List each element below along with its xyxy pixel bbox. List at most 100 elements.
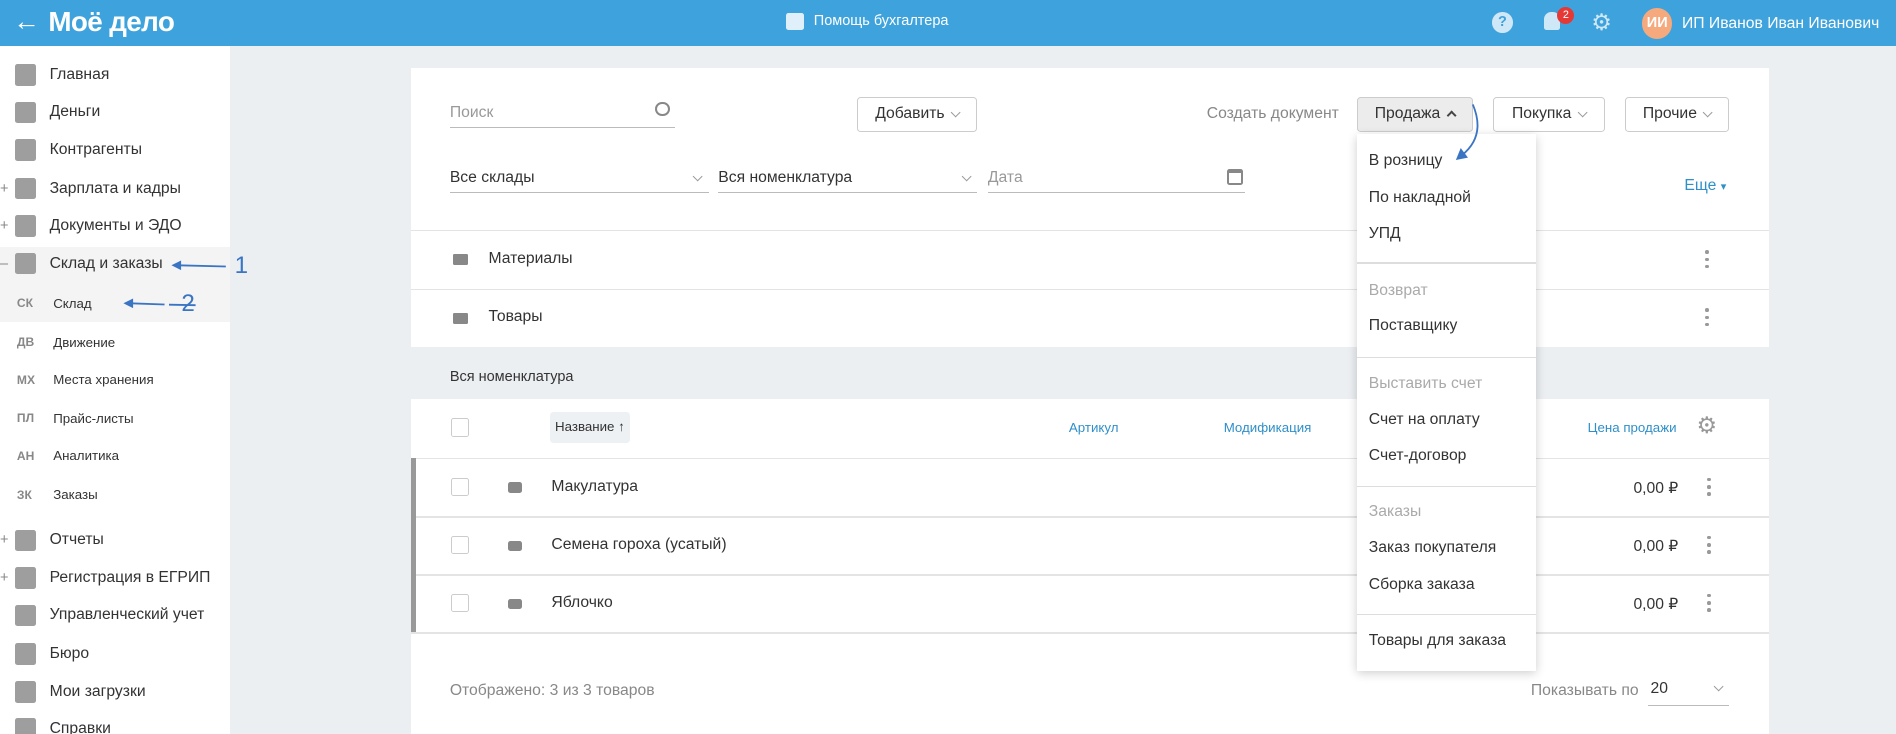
sidebar-item-4[interactable]: + Документы и ЭДО xyxy=(0,208,230,244)
menu-item[interactable]: По накладной xyxy=(1369,189,1471,207)
menu-item[interactable]: Поставщику xyxy=(1369,317,1458,335)
expand-icon[interactable]: + xyxy=(0,181,8,197)
table-settings-gear-icon[interactable]: ⚙ xyxy=(1697,413,1718,437)
sidebar-item-3[interactable]: + Зарплата и кадры xyxy=(0,170,230,206)
product-name[interactable]: Макулатура xyxy=(551,478,638,496)
folder-goods[interactable]: Товары xyxy=(489,308,543,326)
column-price[interactable]: Цена продажи xyxy=(1588,420,1677,435)
row-checkbox[interactable] xyxy=(451,477,470,496)
home-icon xyxy=(14,64,37,86)
accountant-help-icon[interactable] xyxy=(785,13,805,31)
sidebar-item-label: Зарплата и кадры xyxy=(49,179,181,197)
product-price: 0,00 ₽ xyxy=(1633,595,1679,613)
accountant-help-link[interactable]: Помощь бухгалтера xyxy=(814,13,949,29)
help-icon[interactable]: ? xyxy=(1492,12,1513,33)
sidebar-item-lower-4[interactable]: Мои загрузки xyxy=(0,674,230,710)
menu-item[interactable]: Товары для заказа xyxy=(1369,632,1506,650)
back-arrow-icon[interactable]: ← xyxy=(13,6,40,37)
folder-icon xyxy=(14,215,37,237)
sidebar-subitem-2[interactable]: МХ Места хранения xyxy=(0,362,230,398)
select-all-checkbox[interactable] xyxy=(451,418,470,437)
sidebar-subitem-3[interactable]: ПЛ Прайс-листы xyxy=(0,400,230,436)
camera-icon[interactable] xyxy=(507,598,523,610)
expand-icon[interactable]: + xyxy=(0,532,8,548)
sidebar-subitem-4[interactable]: АН Аналитика xyxy=(0,438,230,474)
more-options-icon[interactable] xyxy=(1707,535,1712,554)
sidebar-item-lower-2[interactable]: Управленческий учет xyxy=(0,597,230,633)
camera-icon[interactable] xyxy=(507,482,523,494)
sidebar-item-label: Документы и ЭДО xyxy=(49,217,182,235)
annotation-1: 1 xyxy=(234,251,249,279)
menu-item[interactable]: Сборка заказа xyxy=(1369,576,1475,594)
purchase-button[interactable]: Покупка xyxy=(1493,96,1605,132)
sidebar-subitem-label: Места хранения xyxy=(53,372,154,388)
sidebar-item-2[interactable]: Контрагенты xyxy=(0,132,230,168)
expand-icon[interactable]: + xyxy=(0,570,8,586)
more-options-icon[interactable] xyxy=(1707,593,1712,612)
calendar-icon[interactable] xyxy=(1227,169,1244,185)
sidebar-item-1[interactable]: Деньги xyxy=(0,94,230,130)
sidebar-item-lower-0[interactable]: + Отчеты xyxy=(0,522,230,558)
folder-icon xyxy=(453,253,468,265)
menu-item[interactable]: Счет-договор xyxy=(1369,447,1467,465)
person-icon xyxy=(14,139,37,161)
menu-item[interactable]: Счет на оплату xyxy=(1369,411,1480,429)
product-name[interactable]: Семена гороха (усатый) xyxy=(551,536,726,554)
menu-item[interactable]: УПД xyxy=(1369,225,1401,243)
add-button[interactable]: Добавить xyxy=(857,96,978,132)
search-icon[interactable] xyxy=(655,101,670,117)
sidebar-subitem-label: Прайс-листы xyxy=(53,410,134,426)
camera-icon[interactable] xyxy=(507,540,523,552)
sidebar-subitem-abbr: АН xyxy=(16,448,35,463)
sale-dropdown-menu: В розницу По накладной УПД Возврат Поставщик… xyxy=(1356,134,1536,672)
product-price: 0,00 ₽ xyxy=(1633,537,1679,555)
more-options-icon[interactable] xyxy=(1704,250,1710,269)
nomenclature-select[interactable]: Вся номенклатура xyxy=(718,169,978,194)
sidebar-subitem-abbr: ПЛ xyxy=(16,411,35,426)
sidebar-subitem-label: Аналитика xyxy=(53,448,120,464)
other-button[interactable]: Прочие xyxy=(1625,96,1730,132)
sidebar-item-label: Справки xyxy=(49,720,111,734)
folder-materials[interactable]: Материалы xyxy=(489,250,573,268)
warehouse-select[interactable]: Все склады xyxy=(449,169,709,194)
sidebar-item-lower-1[interactable]: + Регистрация в ЕГРИП xyxy=(0,560,230,596)
sidebar-subitem-1[interactable]: ДВ Движение xyxy=(0,324,230,360)
row-marker xyxy=(411,458,416,517)
more-link[interactable]: Еще ▾ xyxy=(1684,177,1726,195)
product-price: 0,00 ₽ xyxy=(1633,479,1679,497)
column-article[interactable]: Артикул xyxy=(1069,420,1119,435)
product-name[interactable]: Яблочко xyxy=(551,594,612,612)
date-input[interactable]: Дата xyxy=(987,169,1246,194)
row-marker xyxy=(411,574,416,633)
expand-icon[interactable]: + xyxy=(0,218,8,234)
expand-icon[interactable]: – xyxy=(0,256,8,272)
sidebar-item-label: Склад и заказы xyxy=(49,254,163,272)
sidebar-item-0[interactable]: Главная xyxy=(0,57,230,93)
logo[interactable]: Моё дело xyxy=(48,6,174,38)
column-name-sort[interactable]: Название ↑ xyxy=(550,412,630,443)
divider xyxy=(411,632,1770,634)
column-modification[interactable]: Модификация xyxy=(1224,420,1312,435)
menu-divider xyxy=(1356,486,1536,488)
user-name[interactable]: ИП Иванов Иван Иванович xyxy=(1682,15,1879,33)
more-options-icon[interactable] xyxy=(1704,308,1710,327)
per-page-label: Показывать по xyxy=(1530,681,1639,699)
menu-item[interactable]: В розницу xyxy=(1369,152,1443,170)
settings-gear-icon[interactable]: ⚙ xyxy=(1591,10,1612,34)
row-checkbox[interactable] xyxy=(451,593,470,612)
search-input[interactable]: Поиск xyxy=(449,104,675,128)
menu-item[interactable]: Заказ покупателя xyxy=(1369,539,1496,557)
sidebar-item-label: Отчеты xyxy=(49,531,104,549)
sidebar-item-lower-5[interactable]: Справки xyxy=(0,711,230,734)
warehouse-icon xyxy=(14,252,37,275)
menu-section-header: Выставить счет xyxy=(1368,374,1483,392)
annotation-arrow-2 xyxy=(123,298,165,309)
avatar[interactable]: ИИ xyxy=(1642,8,1673,39)
sidebar-item-lower-3[interactable]: Бюро xyxy=(0,636,230,672)
more-options-icon[interactable] xyxy=(1707,477,1712,496)
sidebar-item-label: Деньги xyxy=(49,103,101,121)
sidebar-subitem-5[interactable]: ЗК Заказы xyxy=(0,476,230,512)
divider xyxy=(411,458,1770,460)
card-icon xyxy=(14,718,37,734)
row-checkbox[interactable] xyxy=(451,535,470,554)
